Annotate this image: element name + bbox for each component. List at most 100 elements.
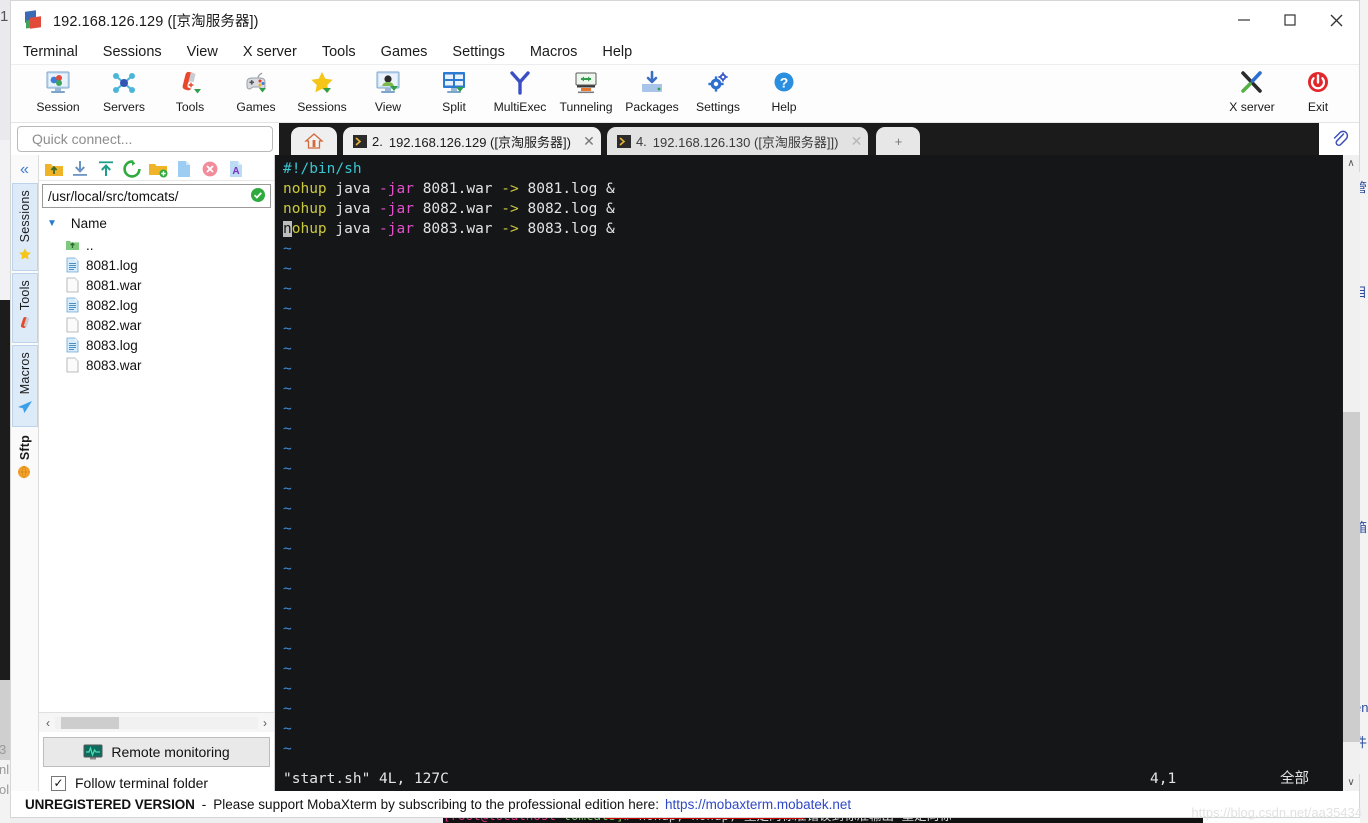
scroll-up-arrow-icon[interactable]: ∧	[1347, 155, 1354, 172]
scrollbar-thumb[interactable]	[1342, 412, 1360, 742]
view-icon	[373, 68, 403, 98]
toolbar-button-tools[interactable]: Tools	[157, 65, 223, 114]
follow-terminal-folder-row[interactable]: ✓ Follow terminal folder	[51, 775, 274, 791]
toolbar-button-servers[interactable]: Servers	[91, 65, 157, 114]
parent-folder-icon	[65, 237, 80, 253]
footer-link[interactable]: https://mobaxterm.mobatek.net	[665, 797, 851, 812]
scroll-left-arrow-icon[interactable]: ‹	[41, 716, 55, 730]
list-item[interactable]: 8082.war	[39, 315, 274, 335]
list-item[interactable]: 8083.log	[39, 335, 274, 355]
tab-close-icon[interactable]: ✕	[581, 133, 597, 150]
go-up-folder-icon[interactable]	[43, 158, 65, 180]
globe-icon	[17, 465, 33, 481]
tools-icon	[175, 68, 205, 98]
terminal-empty-line-marker: ~	[283, 741, 292, 757]
terminal-empty-line-marker: ~	[283, 481, 292, 497]
toolbar-label: Exit	[1307, 100, 1329, 114]
toolbar-label: Packages	[625, 100, 679, 114]
list-item[interactable]: 8081.war	[39, 275, 274, 295]
toolbar-button-x-server[interactable]: X server	[1219, 65, 1285, 114]
scroll-right-arrow-icon[interactable]: ›	[258, 716, 272, 730]
terminal-screen[interactable]: #!/bin/sh nohup java -jar 8081.war -> 80…	[275, 155, 1342, 791]
terminal-vertical-scrollbar[interactable]: ∧ ∨	[1342, 155, 1360, 791]
menu-tools[interactable]: Tools	[322, 44, 369, 60]
menu-settings[interactable]: Settings	[452, 44, 517, 60]
new-folder-icon[interactable]	[147, 158, 169, 180]
games-icon	[241, 68, 271, 98]
toolbar-button-exit[interactable]: Exit	[1285, 65, 1351, 114]
upload-icon[interactable]	[95, 158, 117, 180]
minimize-icon[interactable]	[1221, 1, 1267, 39]
follow-terminal-folder-checkbox[interactable]: ✓	[51, 775, 66, 791]
toolbar-button-view[interactable]: View	[355, 65, 421, 114]
refresh-icon[interactable]	[121, 158, 143, 180]
menu-x-server[interactable]: X server	[243, 44, 310, 60]
sftp-toolbar: A	[39, 155, 274, 181]
terminal-empty-line-marker: ~	[283, 361, 292, 377]
toolbar-label: Session	[36, 100, 80, 114]
tab-home[interactable]	[291, 127, 337, 155]
list-item[interactable]: 8081.log	[39, 255, 274, 275]
maximize-icon[interactable]	[1267, 1, 1313, 39]
toolbar-label: Games	[236, 100, 276, 114]
scrollbar-trough[interactable]	[55, 716, 258, 729]
terminal-empty-line-marker: ~	[283, 661, 292, 677]
toolbar-button-settings[interactable]: Settings	[685, 65, 751, 114]
file-list-horizontal-scrollbar[interactable]: ‹ ›	[39, 712, 274, 732]
monitor-graph-icon	[83, 744, 103, 761]
menu-sessions[interactable]: Sessions	[103, 44, 175, 60]
toolbar-button-session[interactable]: Session	[25, 65, 91, 114]
scrollbar-thumb[interactable]	[61, 716, 119, 729]
toolbar-button-games[interactable]: Games	[223, 65, 289, 114]
list-item[interactable]: 8082.log	[39, 295, 274, 315]
toolbar-label: Split	[442, 100, 466, 114]
tab-title: 192.168.126.129 ([京淘服务器])	[388, 134, 571, 150]
scrollbar-trough[interactable]	[1342, 172, 1360, 774]
toolbar-button-sessions[interactable]: Sessions	[289, 65, 355, 114]
menu-view[interactable]: View	[187, 44, 231, 60]
tab-close-icon[interactable]: ✕	[848, 133, 864, 150]
vtab-macros[interactable]: Macros	[11, 345, 38, 427]
new-file-icon[interactable]	[173, 158, 195, 180]
remote-monitoring-label: Remote monitoring	[111, 744, 230, 760]
tab-session-2[interactable]: 2. 192.168.126.129 ([京淘服务器]) ✕	[343, 127, 601, 155]
chevron-double-left-icon[interactable]: «	[20, 157, 29, 183]
toolbar-button-multiexec[interactable]: MultiExec	[487, 65, 553, 114]
toolbar-label: Tunneling	[559, 100, 613, 114]
toolbar-button-packages[interactable]: Packages	[619, 65, 685, 114]
download-icon[interactable]	[69, 158, 91, 180]
terminal-empty-line-marker: ~	[283, 721, 292, 737]
menu-terminal[interactable]: Terminal	[23, 44, 91, 60]
new-tab-button[interactable]: +	[876, 127, 921, 155]
menu-games[interactable]: Games	[381, 44, 441, 60]
terminal-empty-line-marker: ~	[283, 261, 292, 277]
close-icon[interactable]	[1313, 1, 1359, 39]
help-question-icon: ?	[769, 68, 799, 98]
terminal-empty-line-marker: ~	[283, 561, 292, 577]
window-title: 192.168.126.129 ([京淘服务器])	[53, 13, 259, 30]
toolbar-button-tunneling[interactable]: Tunneling	[553, 65, 619, 114]
list-item[interactable]: 8083.war	[39, 355, 274, 375]
footer-message: Please support MobaXterm by subscribing …	[213, 796, 660, 812]
file-list-header[interactable]: ▼ Name	[39, 212, 274, 234]
paperclip-icon[interactable]	[1327, 127, 1353, 151]
text-edit-icon[interactable]: A	[225, 158, 247, 180]
quick-connect-input[interactable]: Quick connect...	[17, 126, 273, 152]
remote-monitoring-button[interactable]: Remote monitoring	[43, 737, 270, 767]
tab-number: 4.	[635, 133, 647, 149]
terminal-empty-line-marker: ~	[283, 241, 292, 257]
remote-path-bar[interactable]: /usr/local/src/tomcats/	[42, 184, 271, 208]
vim-status-line: "start.sh" 4L, 127C 4,1 全部	[275, 767, 1342, 791]
toolbar-button-help[interactable]: ? Help	[751, 65, 817, 114]
vtab-sftp[interactable]: Sftp	[12, 429, 38, 485]
vtab-tools[interactable]: Tools	[11, 273, 38, 343]
vtab-sessions[interactable]: Sessions	[11, 183, 38, 271]
toolbar-button-split[interactable]: Split	[421, 65, 487, 114]
delete-icon[interactable]	[199, 158, 221, 180]
menu-macros[interactable]: Macros	[530, 44, 591, 60]
list-item[interactable]: ..	[39, 235, 274, 255]
menu-help[interactable]: Help	[602, 44, 645, 60]
tab-session-4[interactable]: 4. 192.168.126.130 ([京淘服务器]]) ✕	[606, 127, 869, 155]
terminal-area: #!/bin/sh nohup java -jar 8081.war -> 80…	[275, 155, 1360, 791]
scroll-down-arrow-icon[interactable]: ∨	[1347, 774, 1354, 791]
